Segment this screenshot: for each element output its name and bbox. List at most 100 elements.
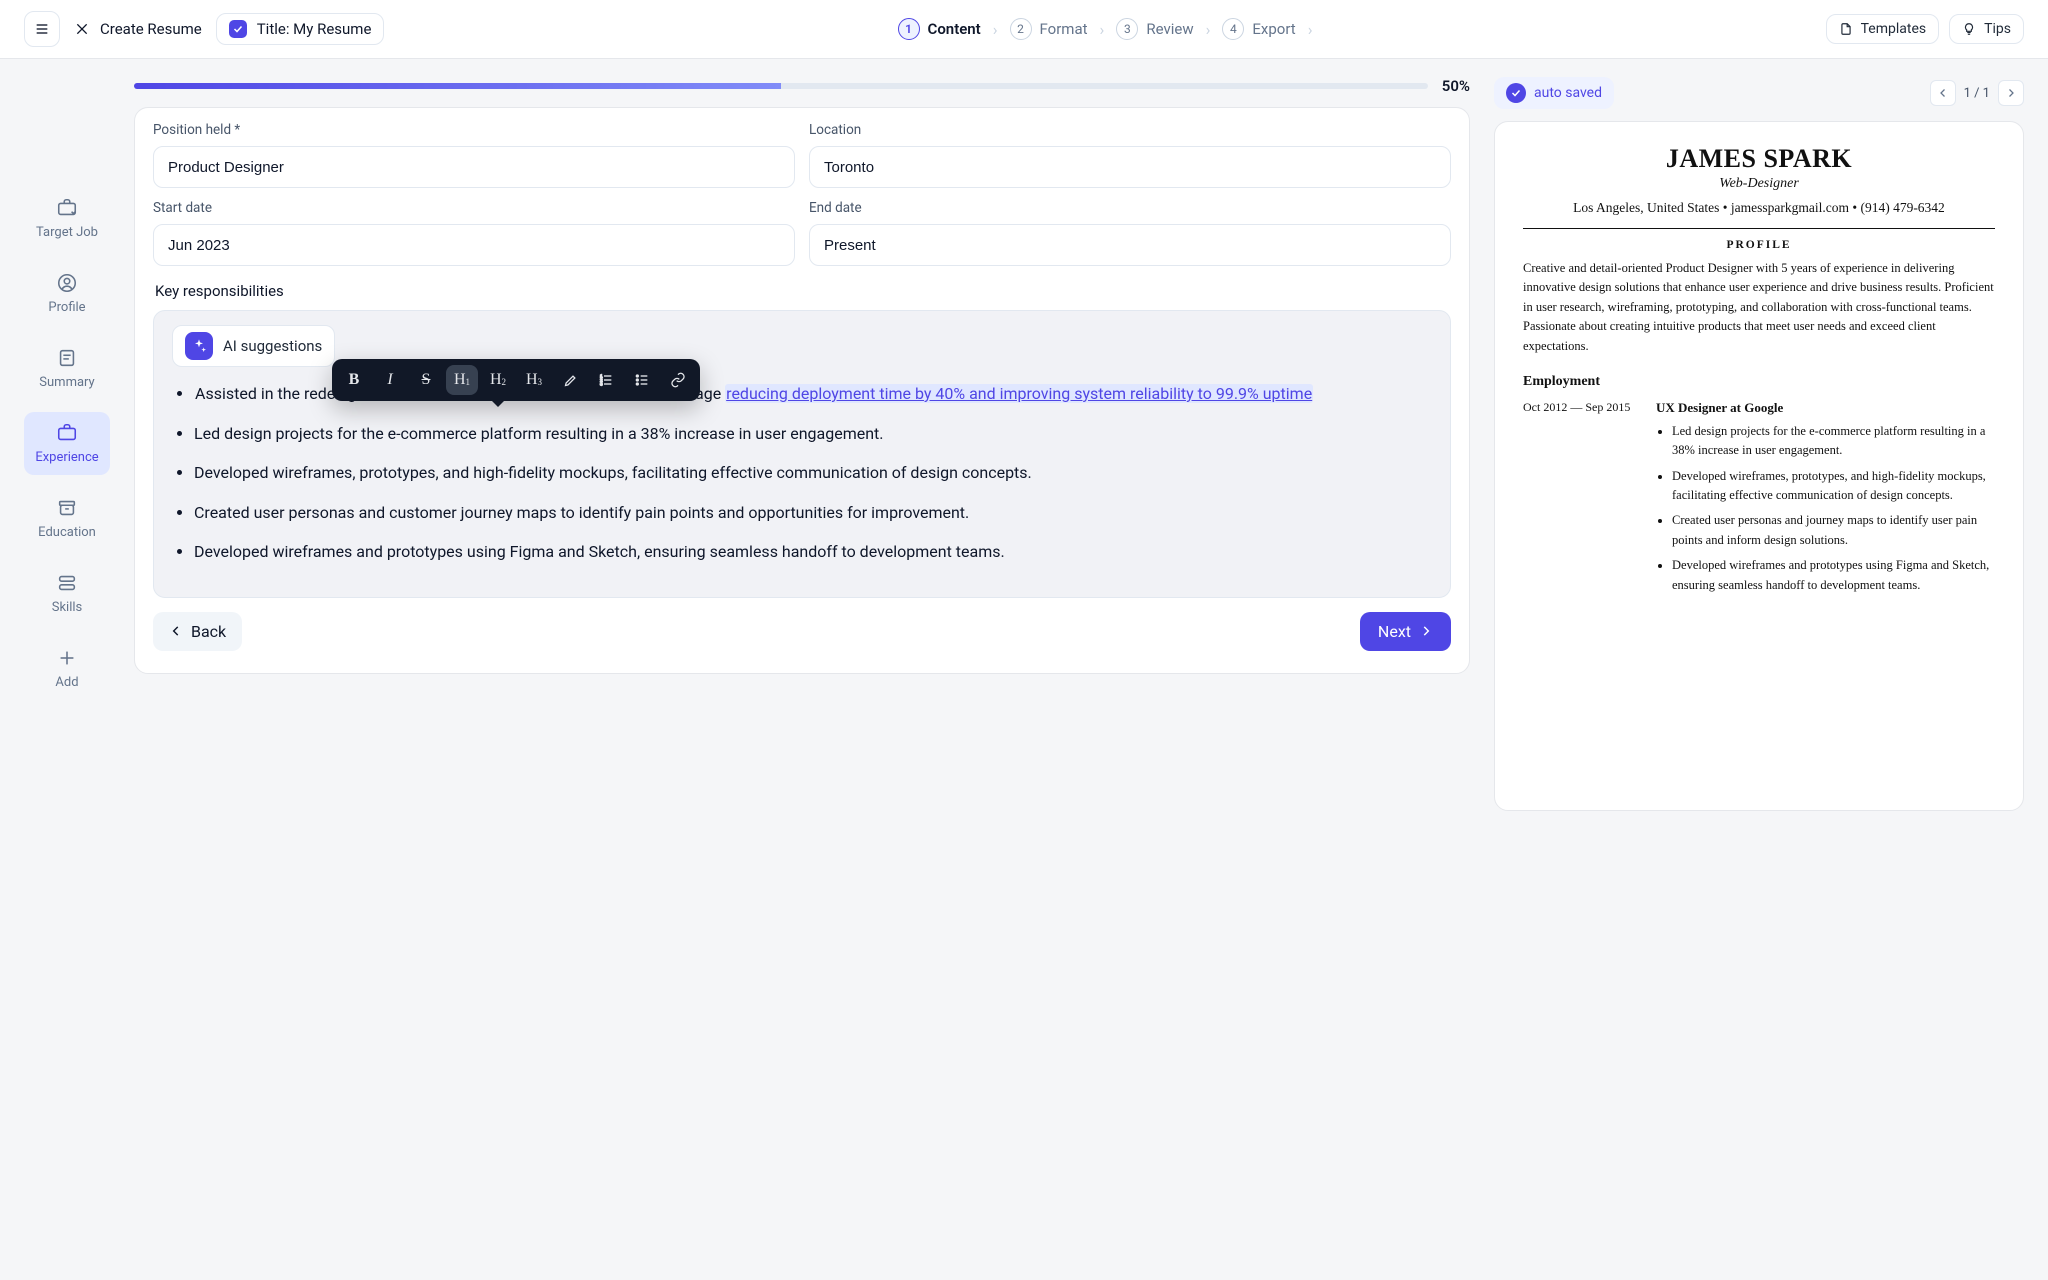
- ordered-list-button[interactable]: 123: [590, 365, 622, 395]
- step-review[interactable]: 3 Review: [1116, 18, 1193, 40]
- templates-button[interactable]: Templates: [1826, 14, 1940, 44]
- sidebar: Target Job Profile Summary Experience Ed…: [24, 77, 110, 811]
- text-format-toolbar: B I S H1 H2 H3 123: [332, 359, 700, 401]
- resume-profile-text: Creative and detail-oriented Product Des…: [1523, 259, 1995, 356]
- page-prev-button[interactable]: [1930, 80, 1956, 106]
- sidebar-item-skills[interactable]: Skills: [24, 562, 110, 625]
- sidebar-item-summary[interactable]: Summary: [24, 337, 110, 400]
- sidebar-item-label: Summary: [39, 375, 94, 390]
- chevron-right-icon: ›: [1206, 20, 1211, 39]
- resume-bullet: Created user personas and journey maps t…: [1672, 511, 1995, 550]
- chevron-right-icon: ›: [1100, 20, 1105, 39]
- experience-form-panel: Position held * Location Start date End …: [134, 107, 1470, 674]
- end-date-label: End date: [809, 200, 1451, 216]
- sparkle-icon: [185, 332, 213, 360]
- next-label: Next: [1378, 622, 1411, 641]
- strikethrough-button[interactable]: S: [410, 365, 442, 395]
- sidebar-item-education[interactable]: Education: [24, 487, 110, 550]
- sidebar-item-target-job[interactable]: Target Job: [24, 187, 110, 250]
- tips-button[interactable]: Tips: [1949, 14, 2024, 44]
- rich-text-editor[interactable]: Assisted in the redesign of the ________…: [172, 381, 1432, 565]
- step-1-label: Content: [928, 20, 981, 38]
- main-column: 50% Position held * Location Start date: [134, 77, 1470, 811]
- back-button[interactable]: Back: [153, 612, 242, 651]
- sidebar-item-label: Experience: [35, 450, 98, 465]
- cloud-check-icon: [1506, 83, 1526, 103]
- resume-bullet: Led design projects for the e-commerce p…: [1672, 422, 1995, 461]
- position-input[interactable]: [153, 146, 795, 188]
- step-export[interactable]: 4 Export: [1222, 18, 1295, 40]
- resume-contact: Los Angeles, United States • jamessparkg…: [1523, 200, 1995, 216]
- editor-item[interactable]: Developed wireframes, prototypes, and hi…: [194, 460, 1432, 486]
- sidebar-item-experience[interactable]: Experience: [24, 412, 110, 475]
- editor-item[interactable]: Led design projects for the e-commerce p…: [194, 421, 1432, 447]
- sidebar-item-label: Add: [55, 675, 78, 690]
- page-label: 1 / 1: [1964, 86, 1990, 101]
- responsibilities-editor: AI suggestions B I S H1 H2 H3: [153, 310, 1451, 598]
- resume-bullet: Developed wireframes and prototypes usin…: [1672, 556, 1995, 595]
- resume-bullet: Developed wireframes, prototypes, and hi…: [1672, 467, 1995, 506]
- italic-button[interactable]: I: [374, 365, 406, 395]
- notes-icon: [56, 347, 78, 369]
- edit-button[interactable]: [554, 365, 586, 395]
- sidebar-item-add[interactable]: Add: [24, 637, 110, 700]
- file-icon: [1839, 22, 1853, 36]
- briefcase-icon: [56, 422, 78, 444]
- bullet-list-button[interactable]: [626, 365, 658, 395]
- divider: [1523, 228, 1995, 229]
- sidebar-item-label: Education: [38, 525, 96, 540]
- wizard-steps: 1 Content › 2 Format › 3 Review › 4 Expo…: [898, 18, 1313, 40]
- sidebar-item-profile[interactable]: Profile: [24, 262, 110, 325]
- editor-item[interactable]: Developed wireframes and prototypes usin…: [194, 539, 1432, 565]
- chevron-right-icon: [2005, 87, 2017, 99]
- location-label: Location: [809, 122, 1451, 138]
- link-button[interactable]: [662, 365, 694, 395]
- h2-button[interactable]: H2: [482, 365, 514, 395]
- close-create-resume[interactable]: Create Resume: [74, 20, 202, 38]
- workspace: Target Job Profile Summary Experience Ed…: [0, 59, 2048, 835]
- preview-pager: 1 / 1: [1930, 80, 2024, 106]
- templates-label: Templates: [1861, 21, 1927, 37]
- page-next-button[interactable]: [1998, 80, 2024, 106]
- resume-preview: JAMES SPARK Web-Designer Los Angeles, Un…: [1494, 121, 2024, 811]
- resume-employment-heading: Employment: [1523, 374, 1995, 390]
- resume-job-bullets: Led design projects for the e-commerce p…: [1656, 422, 1995, 595]
- tips-label: Tips: [1984, 21, 2011, 37]
- link-icon: [670, 372, 686, 388]
- next-button[interactable]: Next: [1360, 612, 1451, 651]
- end-date-input[interactable]: [809, 224, 1451, 266]
- progress-bar: [134, 83, 1428, 89]
- stack-icon: [56, 572, 78, 594]
- autosave-chip: auto saved: [1494, 77, 1614, 109]
- h1-button[interactable]: H1: [446, 365, 478, 395]
- bold-button[interactable]: B: [338, 365, 370, 395]
- ai-suggestions-label: AI suggestions: [223, 337, 322, 355]
- resume-subtitle: Web-Designer: [1523, 176, 1995, 192]
- chevron-left-icon: [169, 624, 183, 638]
- ai-suggestions-chip[interactable]: AI suggestions: [172, 325, 335, 367]
- archive-icon: [56, 497, 78, 519]
- preview-column: auto saved 1 / 1 JAMES SPARK Web-Designe…: [1494, 77, 2024, 811]
- step-4-label: Export: [1252, 20, 1295, 38]
- start-date-label: Start date: [153, 200, 795, 216]
- start-date-input[interactable]: [153, 224, 795, 266]
- progress-percent: 50%: [1442, 77, 1470, 95]
- step-format[interactable]: 2 Format: [1010, 18, 1088, 40]
- resume-title-chip[interactable]: Title: My Resume: [216, 13, 385, 45]
- position-label: Position held *: [153, 122, 795, 138]
- progress-row: 50%: [134, 77, 1470, 95]
- topbar-actions: Templates Tips: [1826, 14, 2024, 44]
- step-2-label: Format: [1040, 20, 1088, 38]
- resume-job-role: UX Designer at Google: [1656, 400, 1995, 416]
- editor-item[interactable]: Created user personas and customer journ…: [194, 500, 1432, 526]
- menu-button[interactable]: [24, 11, 60, 47]
- ordered-list-icon: 123: [598, 372, 614, 388]
- chevron-left-icon: [1937, 87, 1949, 99]
- location-input[interactable]: [809, 146, 1451, 188]
- h3-button[interactable]: H3: [518, 365, 550, 395]
- user-circle-icon: [56, 272, 78, 294]
- resume-name: JAMES SPARK: [1523, 144, 1995, 174]
- step-content[interactable]: 1 Content: [898, 18, 981, 40]
- svg-text:3: 3: [600, 381, 603, 386]
- autosave-label: auto saved: [1534, 85, 1602, 101]
